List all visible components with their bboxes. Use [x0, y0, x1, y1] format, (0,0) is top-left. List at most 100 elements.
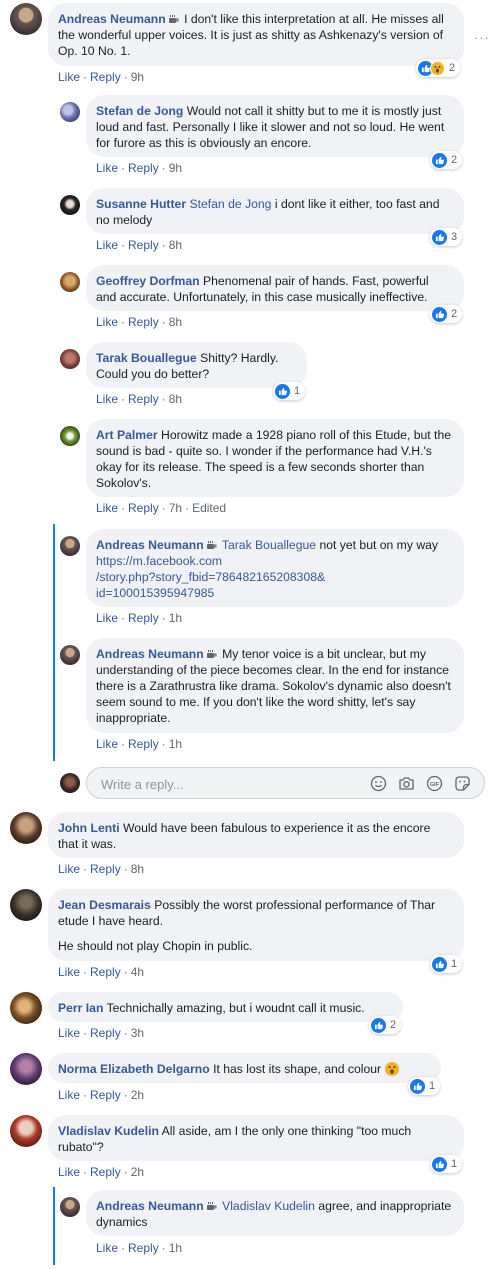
like-button[interactable]: Like: [58, 1088, 80, 1102]
like-button[interactable]: Like: [58, 1165, 80, 1179]
like-button[interactable]: Like: [96, 501, 118, 515]
comment-author[interactable]: Perr Ian: [58, 1001, 103, 1015]
edited-label[interactable]: Edited: [192, 501, 226, 515]
avatar[interactable]: [60, 195, 80, 215]
comment-time[interactable]: 9h: [131, 70, 144, 84]
comment-options-icon[interactable]: ···: [474, 30, 490, 45]
reaction-count[interactable]: 2: [430, 151, 463, 169]
avatar[interactable]: [10, 889, 42, 921]
reply-button[interactable]: Reply: [90, 1165, 121, 1179]
comment-time[interactable]: 8h: [169, 315, 182, 329]
comment-author[interactable]: Norma Elizabeth Delgarno: [58, 1062, 210, 1076]
reaction-number: 2: [451, 154, 458, 166]
avatar[interactable]: [10, 1053, 42, 1085]
like-button[interactable]: Like: [96, 1241, 118, 1255]
avatar[interactable]: [10, 1115, 42, 1147]
reply-button[interactable]: Reply: [90, 965, 121, 979]
like-button[interactable]: Like: [96, 611, 118, 625]
comment-time[interactable]: 2h: [131, 1165, 144, 1179]
comment-author[interactable]: Vladislav Kudelin: [58, 1124, 159, 1138]
like-button[interactable]: Like: [58, 862, 80, 876]
comment-mention[interactable]: Vladislav Kudelin: [222, 1199, 315, 1213]
reply-button[interactable]: Reply: [90, 70, 121, 84]
reply-button[interactable]: Reply: [128, 238, 159, 252]
comment-author[interactable]: John Lenti: [58, 821, 120, 835]
comment-mention[interactable]: Tarak Bouallegue: [222, 538, 316, 552]
avatar[interactable]: [60, 102, 80, 122]
like-button[interactable]: Like: [96, 238, 118, 252]
gif-icon[interactable]: GIF: [426, 775, 443, 792]
comment-author[interactable]: Geoffrey Dorfman: [96, 274, 200, 288]
comment-time[interactable]: 1h: [169, 1241, 182, 1255]
reply-button[interactable]: Reply: [128, 315, 159, 329]
comment-time[interactable]: 8h: [169, 392, 182, 406]
avatar[interactable]: [60, 272, 80, 292]
sticker-icon[interactable]: [454, 775, 471, 792]
comment-time[interactable]: 4h: [131, 965, 144, 979]
comment-time[interactable]: 8h: [169, 238, 182, 252]
reply-button[interactable]: Reply: [128, 392, 159, 406]
comment-author[interactable]: Susanne Hutter: [96, 197, 186, 211]
reply-button[interactable]: Reply: [128, 501, 159, 515]
comment-author[interactable]: Andreas Neumann: [58, 12, 166, 26]
comment-author[interactable]: Andreas Neumann: [96, 647, 204, 661]
camera-icon[interactable]: [398, 775, 415, 792]
like-button[interactable]: Like: [96, 315, 118, 329]
comment-time[interactable]: 7h: [169, 501, 182, 515]
reply-button[interactable]: Reply: [90, 1088, 121, 1102]
reaction-count[interactable]: 2: [369, 1016, 402, 1034]
separator: ·: [83, 1026, 88, 1040]
avatar[interactable]: [60, 1197, 80, 1217]
comment-author[interactable]: Andreas Neumann: [96, 1199, 204, 1213]
reaction-count[interactable]: 2: [416, 59, 461, 77]
avatar[interactable]: [60, 349, 80, 369]
coffee-cup-icon: [206, 1202, 217, 1211]
reaction-count[interactable]: 1: [430, 1155, 463, 1173]
reply-button[interactable]: Reply: [90, 1026, 121, 1040]
comment-author[interactable]: Tarak Bouallegue: [96, 351, 197, 365]
emoji-icon[interactable]: [370, 775, 387, 792]
reaction-count[interactable]: 3: [430, 228, 463, 246]
comment-time[interactable]: 1h: [169, 611, 182, 625]
comment-author[interactable]: Stefan de Jong: [96, 104, 183, 118]
reply-button[interactable]: Reply: [90, 862, 121, 876]
comment-text: not yet but on my way: [319, 538, 438, 552]
avatar[interactable]: [60, 536, 80, 556]
comment-time[interactable]: 1h: [169, 737, 182, 751]
avatar[interactable]: [60, 645, 80, 665]
comment-author[interactable]: Art Palmer: [96, 428, 158, 442]
comment-time[interactable]: 8h: [131, 862, 144, 876]
comment-author[interactable]: Jean Desmarais: [58, 898, 151, 912]
like-button[interactable]: Like: [58, 70, 80, 84]
reaction-count[interactable]: 2: [430, 305, 463, 323]
reply-button[interactable]: Reply: [128, 737, 159, 751]
comment-time[interactable]: 3h: [131, 1026, 144, 1040]
comment-bubble: Vladislav Kudelin All aside, am I the on…: [48, 1115, 464, 1161]
avatar[interactable]: [10, 3, 42, 35]
reply-button[interactable]: Reply: [128, 161, 159, 175]
comment-author[interactable]: Andreas Neumann: [96, 538, 204, 552]
like-reaction-icon: [371, 1017, 386, 1033]
reaction-count[interactable]: 1: [273, 382, 306, 400]
comment-mention[interactable]: Stefan de Jong: [189, 197, 271, 211]
avatar[interactable]: [10, 992, 42, 1024]
like-button[interactable]: Like: [58, 1026, 80, 1040]
like-button[interactable]: Like: [96, 737, 118, 751]
comment-actions: Like · Reply · 2h: [58, 1088, 144, 1102]
reaction-count[interactable]: 1: [408, 1077, 441, 1095]
like-button[interactable]: Like: [58, 965, 80, 979]
like-button[interactable]: Like: [96, 392, 118, 406]
reply-input[interactable]: [99, 768, 373, 800]
comment-time[interactable]: 9h: [169, 161, 182, 175]
avatar[interactable]: [10, 812, 42, 844]
comment-link[interactable]: https://m.facebook.com/story.php?story_f…: [96, 554, 325, 600]
reply-button[interactable]: Reply: [128, 1241, 159, 1255]
like-button[interactable]: Like: [96, 161, 118, 175]
like-reaction-icon: [410, 1078, 425, 1094]
avatar[interactable]: [60, 426, 80, 446]
reply-button[interactable]: Reply: [128, 611, 159, 625]
comment-time[interactable]: 2h: [131, 1088, 144, 1102]
separator: ·: [83, 862, 88, 876]
current-user-avatar[interactable]: [60, 773, 80, 793]
reaction-count[interactable]: 1: [430, 955, 463, 973]
